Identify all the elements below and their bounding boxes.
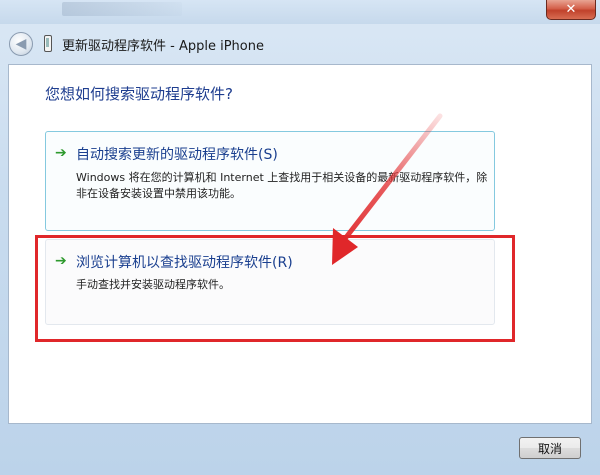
option-auto-search-title: 自动搜索更新的驱动程序软件(S) <box>76 147 278 163</box>
close-button[interactable]: ✕ <box>546 0 596 20</box>
wizard-title: 更新驱动程序软件 - Apple iPhone <box>62 39 264 54</box>
back-arrow-icon: ◀ <box>15 36 27 52</box>
title-bar: ✕ <box>0 0 600 24</box>
option-auto-search-description: Windows 将在您的计算机和 Internet 上查找用于相关设备的最新驱动… <box>76 171 488 200</box>
cancel-button[interactable]: 取消 <box>519 437 581 459</box>
dialog-footer: 取消 <box>0 425 600 475</box>
green-arrow-icon: ➔ <box>55 145 67 161</box>
back-button[interactable]: ◀ <box>9 32 33 56</box>
highlight-annotation-box <box>35 235 515 342</box>
page-heading: 您想如何搜索驱动程序软件? <box>45 85 233 103</box>
navigation-bar: ◀ 更新驱动程序软件 - Apple iPhone <box>0 24 600 64</box>
close-icon: ✕ <box>565 2 577 17</box>
title-bar-ghost-text <box>62 2 182 16</box>
phone-device-icon <box>44 35 52 52</box>
option-auto-search[interactable]: ➔ 自动搜索更新的驱动程序软件(S) Windows 将在您的计算机和 Inte… <box>45 131 495 231</box>
